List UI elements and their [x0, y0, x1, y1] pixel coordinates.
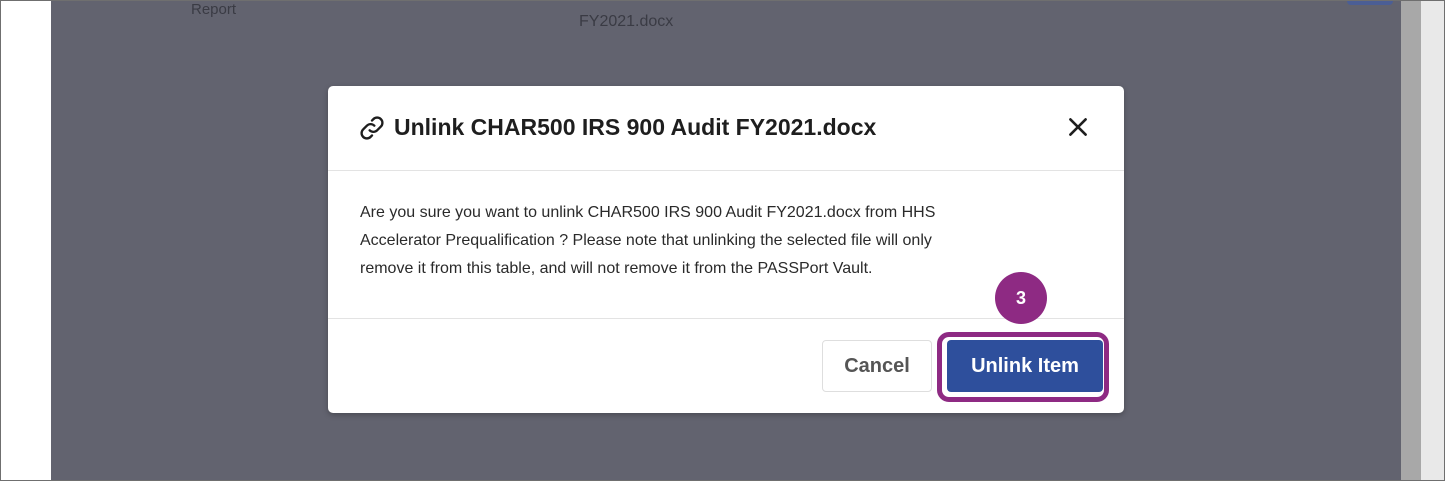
right-margin [1421, 1, 1444, 480]
scrollbar[interactable] [1401, 1, 1421, 480]
cancel-button[interactable]: Cancel [822, 340, 932, 392]
dialog-message-line: Accelerator Prequalification ? Please no… [360, 232, 932, 249]
step-number-badge: 3 [995, 272, 1047, 324]
dialog-title: Unlink CHAR500 IRS 900 Audit FY2021.docx [394, 114, 877, 140]
dialog-header: Unlink CHAR500 IRS 900 Audit FY2021.docx [328, 86, 1124, 171]
left-margin [1, 1, 51, 480]
step-highlight-box [937, 332, 1109, 402]
dialog-message-line: remove it from this table, and will not … [360, 260, 873, 277]
dialog-message: Are you sure you want to unlink CHAR500 … [360, 199, 1080, 283]
dialog-message-line: Are you sure you want to unlink CHAR500 … [360, 204, 936, 221]
link-icon [360, 116, 384, 140]
background-row-label: Report [191, 1, 237, 18]
close-icon[interactable] [1065, 114, 1091, 140]
background-file-name: FY2021.docx [579, 13, 674, 30]
background-button-edge [1347, 1, 1393, 5]
screenshot-frame: Report FY2021.docx ▼ Unlink CHAR500 IRS … [0, 0, 1445, 481]
